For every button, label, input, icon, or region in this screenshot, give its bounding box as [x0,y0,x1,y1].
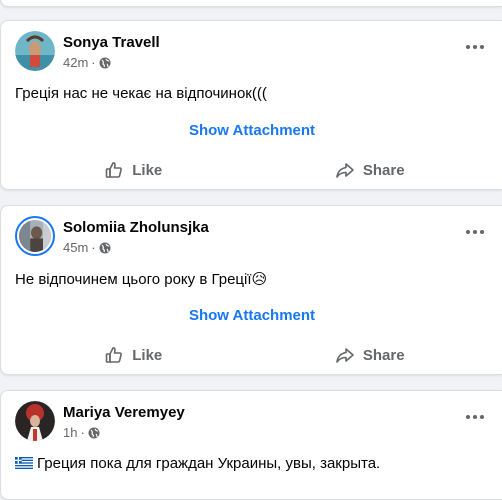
post-time[interactable]: 45m [63,240,88,255]
post-actions: Like Share [15,339,488,371]
avatar[interactable] [15,31,55,71]
meta-separator: · [91,55,96,70]
share-icon [336,163,354,178]
share-label: Share [362,161,405,179]
more-options-icon[interactable] [461,222,489,242]
thumbs-up-icon [105,347,123,363]
post-text: Греция пока для граждан Украины, увы, за… [37,455,381,472]
like-label: Like [132,346,163,364]
post-header: Sonya Travell 42m · [15,31,489,75]
post-card: Sonya Travell 42m · Греція нас не чекає … [0,20,502,190]
more-options-icon[interactable] [461,37,489,57]
post-meta: 1h · [63,425,100,440]
show-attachment-link[interactable]: Show Attachment [1,122,502,139]
author-name[interactable]: Mariya Veremyey [63,404,185,421]
post-meta: 45m · [63,240,111,255]
show-attachment-link[interactable]: Show Attachment [1,307,502,324]
avatar-photo [15,31,55,71]
greece-flag-icon [15,457,33,469]
like-button[interactable]: Like [15,339,252,371]
globe-icon [99,242,111,253]
post-time[interactable]: 42m [63,55,88,70]
post-header: Mariya Veremyey 1h · [15,401,489,445]
meta-separator: · [91,240,96,255]
post-text: Греція нас не чекає на відпочинок((( [15,85,267,102]
post-header: Solomiia Zholunsjka 45m · [15,216,489,260]
author-name[interactable]: Sonya Travell [63,34,160,51]
share-button[interactable]: Share [252,339,489,371]
post-text: Не відпочинем цього року в Греції😥 [15,271,268,288]
previous-post-card [0,0,502,7]
more-options-icon[interactable] [461,407,489,427]
meta-separator: · [80,425,85,440]
author-name[interactable]: Solomiia Zholunsjka [63,219,209,236]
post-time[interactable]: 1h [63,425,77,440]
globe-icon [88,427,100,438]
post-actions: Like Share [15,154,488,186]
post-card: Solomiia Zholunsjka 45m · Не відпочинем … [0,205,502,375]
avatar-photo [15,401,55,441]
thumbs-up-icon [105,162,123,178]
post-card: Mariya Veremyey 1h · Греция пока для гра… [0,390,502,500]
share-button[interactable]: Share [252,154,489,186]
globe-icon [99,57,111,68]
like-button[interactable]: Like [15,154,252,186]
post-text-row: Греция пока для граждан Украины, увы, за… [15,455,380,472]
avatar[interactable] [15,401,55,441]
share-label: Share [362,346,405,364]
like-label: Like [132,161,163,179]
post-meta: 42m · [63,55,111,70]
avatar[interactable] [15,216,55,256]
share-icon [336,348,354,363]
avatar-photo [19,220,51,252]
